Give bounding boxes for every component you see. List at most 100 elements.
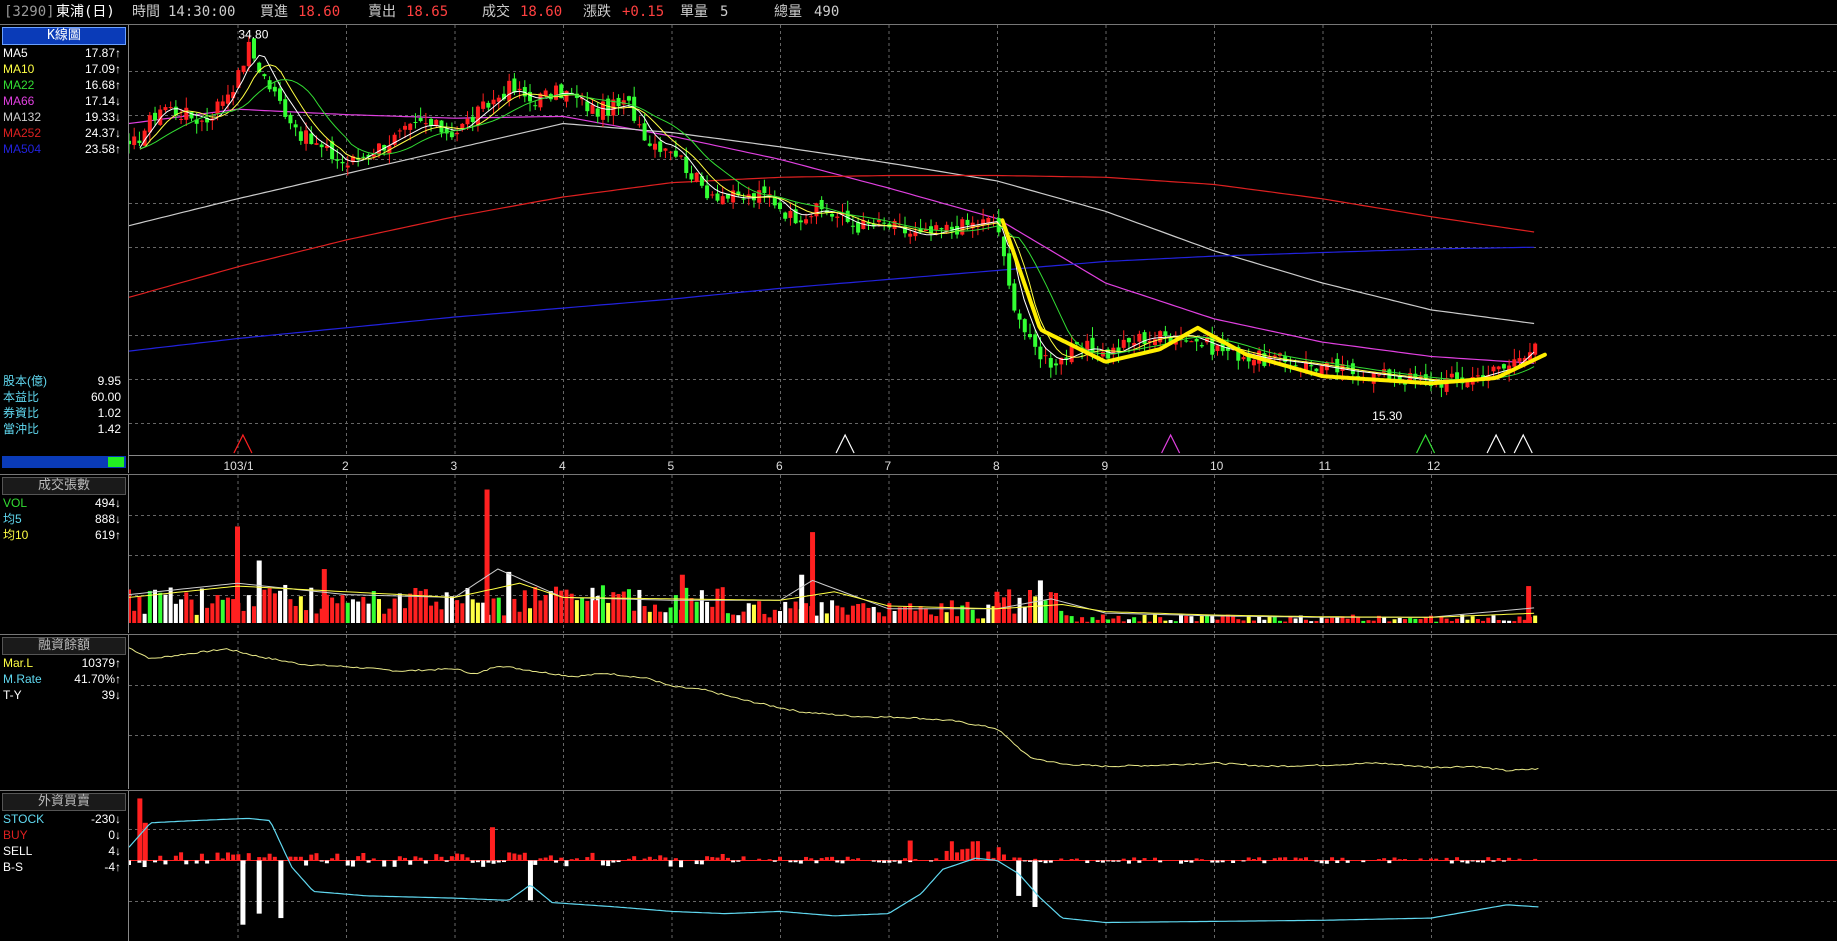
- volume-bar: [1408, 618, 1413, 623]
- sell-bar: [1116, 860, 1121, 862]
- foreign-chart[interactable]: [129, 791, 1837, 941]
- volume-bar: [611, 592, 616, 623]
- buy-bar: [1533, 858, 1538, 861]
- candle-up: [507, 80, 512, 101]
- volume-title[interactable]: 成交張數: [2, 477, 126, 495]
- volume-bar: [1324, 618, 1329, 623]
- candle-down: [715, 193, 720, 201]
- buy-bar: [1376, 859, 1381, 861]
- candle-up: [757, 190, 762, 203]
- buy-bar: [902, 858, 907, 861]
- buy-bar: [257, 857, 262, 861]
- buy-bar: [1074, 858, 1079, 861]
- buy-bar: [975, 841, 980, 861]
- sell-bar: [1027, 860, 1032, 862]
- ask-label: 賣出: [368, 4, 396, 20]
- candle-down: [298, 131, 303, 141]
- buy-bar: [225, 852, 230, 861]
- buy-bar: [715, 857, 720, 861]
- candle-up: [788, 210, 793, 218]
- volume-bar: [1491, 615, 1496, 623]
- margin-panel[interactable]: 融資餘額 Mar.L 10379↑ M.Rate 41.70%↑ T-Y 39↓: [0, 634, 1837, 789]
- volume-bar: [528, 608, 533, 623]
- volume-bar: [866, 607, 871, 623]
- buy-bar: [1194, 858, 1199, 861]
- buy-bar: [1402, 859, 1407, 861]
- sell-bar: [668, 860, 673, 867]
- candle-down: [965, 219, 970, 226]
- buy-bar: [856, 858, 861, 861]
- volume-chart[interactable]: [129, 475, 1837, 633]
- volume-bar: [314, 613, 319, 623]
- margin-chart[interactable]: [129, 635, 1837, 789]
- legend-value: 24.37↓: [84, 126, 121, 140]
- kline-chart[interactable]: 34.80 15.30 103/1 2 3 4 5 6 7 8 9 10 11 12: [129, 25, 1837, 473]
- buy-bar: [517, 854, 522, 861]
- volume-bar: [1423, 617, 1428, 623]
- buy-bar: [819, 858, 824, 861]
- buy-bar: [1199, 859, 1204, 861]
- kline-title[interactable]: K線圖: [2, 27, 126, 45]
- foreign-panel[interactable]: 外資買賣 STOCK -230↓ BUY 0↓ SELL 4↓ B-S -4↑: [0, 790, 1837, 941]
- candle-up: [710, 194, 715, 196]
- month-tick-label: 8: [993, 459, 1000, 473]
- volume-bar: [137, 596, 142, 623]
- month-tick-label: 7: [885, 459, 892, 473]
- kline-panel[interactable]: K線圖 MA5 17.87↑ MA10 17.09↑ MA22 16.68↑ MA66 17.…: [0, 24, 1837, 473]
- sell-bar: [496, 860, 501, 863]
- volume-bar: [965, 601, 970, 623]
- volume-bar: [715, 588, 720, 623]
- legend-label: STOCK: [3, 812, 45, 826]
- sell-bar: [1491, 860, 1496, 862]
- sell-bar: [1085, 860, 1090, 864]
- candle-up: [225, 94, 230, 104]
- volume-bar: [1533, 615, 1538, 623]
- volume-bar: [246, 595, 251, 623]
- volume-bar: [897, 607, 902, 623]
- volume-bar: [939, 603, 944, 623]
- volume-bar: [231, 599, 236, 623]
- volume-bar: [1413, 618, 1418, 623]
- sell-bar: [1184, 860, 1189, 862]
- status-green-block: [108, 457, 124, 467]
- candle-up: [314, 143, 319, 145]
- legend-row-b-s: B-S -4↑: [3, 859, 125, 875]
- volume-bar: [501, 615, 506, 623]
- volume-bar: [1517, 616, 1522, 623]
- candle-down: [1038, 346, 1043, 360]
- candle-up: [1251, 359, 1256, 366]
- candle-up: [986, 217, 991, 224]
- candle-down: [335, 159, 340, 161]
- price-annotation: 34.80: [238, 28, 268, 42]
- volume-bar: [876, 612, 881, 623]
- volume-bar: [923, 608, 928, 623]
- candle-down: [642, 123, 647, 141]
- sell-bar: [481, 860, 486, 867]
- volume-bar: [1012, 613, 1017, 623]
- volume-bar: [845, 614, 850, 623]
- sell-bar: [731, 860, 736, 863]
- legend-value: 10379↑: [81, 656, 121, 670]
- buy-bar: [335, 853, 340, 861]
- buy-bar: [413, 856, 418, 861]
- sell-bar: [1481, 860, 1486, 863]
- volume-bar: [194, 614, 199, 623]
- volume-bar: [1251, 620, 1256, 623]
- volume-bar: [1293, 618, 1298, 623]
- candle-up: [876, 219, 881, 223]
- legend-row-ma504: MA504 23.58↑: [3, 141, 125, 157]
- volume-panel[interactable]: 成交張數 VOL 494↓ 均5 888↓ 均10 619↑: [0, 474, 1837, 633]
- legend-row-ma252: MA252 24.37↓: [3, 125, 125, 141]
- stock-code: [3290]: [4, 4, 55, 20]
- buy-bar: [236, 854, 241, 861]
- volume-sidebar: 成交張數 VOL 494↓ 均5 888↓ 均10 619↑: [0, 475, 129, 633]
- candle-down: [783, 212, 788, 219]
- volume-bar: [585, 600, 590, 623]
- sell-bar: [475, 860, 480, 863]
- volume-bar: [184, 592, 189, 623]
- sell-bar: [1111, 860, 1116, 862]
- buy-bar: [1304, 857, 1309, 861]
- margin-title[interactable]: 融資餘額: [2, 637, 126, 655]
- candle-up: [184, 107, 189, 120]
- foreign-title[interactable]: 外資買賣: [2, 793, 126, 811]
